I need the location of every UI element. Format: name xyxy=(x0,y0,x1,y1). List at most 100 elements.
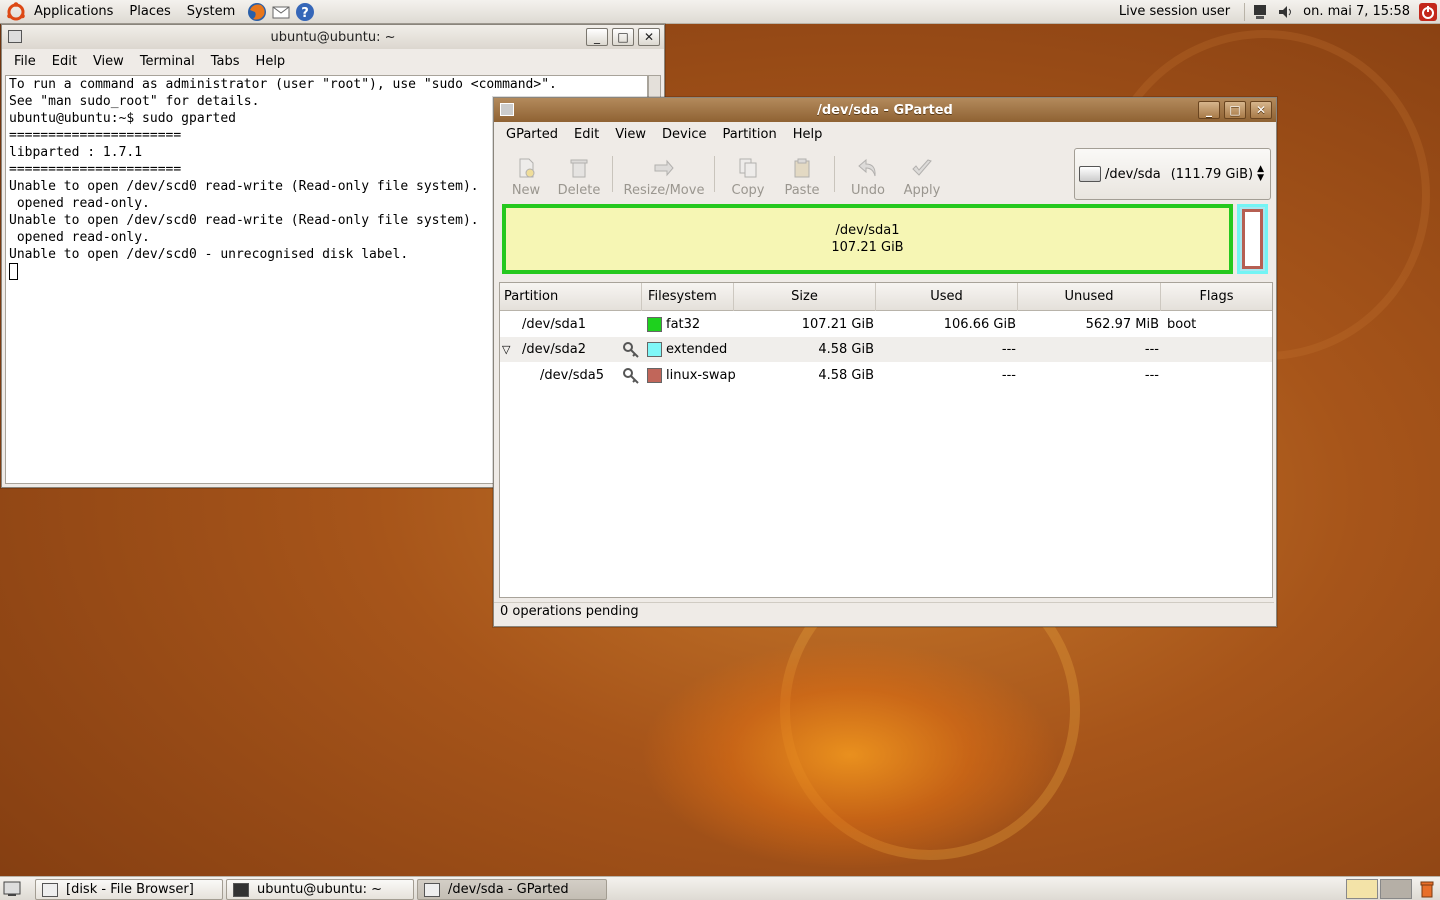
resize-icon xyxy=(654,159,674,177)
maximize-button[interactable]: □ xyxy=(612,28,634,46)
operations-pending-status: 0 operations pending xyxy=(500,604,639,619)
cell-partition: /dev/sda2 xyxy=(522,342,586,357)
copy-button[interactable]: Copy xyxy=(728,152,768,198)
task-terminal[interactable]: ubuntu@ubuntu: ~ xyxy=(226,879,414,900)
device-selector[interactable]: /dev/sda (111.79 GiB) ▲ ▼ xyxy=(1074,148,1271,200)
task-file-browser[interactable]: [disk - File Browser] xyxy=(35,879,223,900)
col-size[interactable]: Size xyxy=(734,283,876,311)
col-unused[interactable]: Unused xyxy=(1018,283,1161,311)
trash-icon[interactable] xyxy=(1418,880,1436,898)
cell-filesystem: extended xyxy=(666,342,728,357)
trash-icon xyxy=(570,159,588,178)
cell-size: 107.21 GiB xyxy=(801,317,874,332)
menu-edit[interactable]: Edit xyxy=(566,127,607,142)
applications-menu[interactable]: Applications xyxy=(26,0,121,24)
col-filesystem[interactable]: Filesystem xyxy=(642,283,734,311)
toolbar-separator xyxy=(714,156,715,192)
bottom-panel: [disk - File Browser] ubuntu@ubuntu: ~ /… xyxy=(0,876,1440,900)
task-label: /dev/sda - GParted xyxy=(448,882,569,897)
cell-size: 4.58 GiB xyxy=(818,342,874,357)
copy-label: Copy xyxy=(731,183,765,198)
workspace-2[interactable] xyxy=(1380,879,1412,899)
maximize-button[interactable]: □ xyxy=(1224,101,1246,119)
cell-used: 106.66 GiB xyxy=(943,317,1016,332)
apply-label: Apply xyxy=(903,183,941,198)
diskmap-partition-size: 107.21 GiB xyxy=(831,240,904,255)
diskmap-partition-name: /dev/sda1 xyxy=(835,223,900,238)
menu-file[interactable]: File xyxy=(6,54,44,69)
terminal-menubar: File Edit View Terminal Tabs Help xyxy=(2,49,664,73)
status-bar: 0 operations pending xyxy=(494,602,1274,624)
terminal-line: To run a command as administrator (user … xyxy=(9,77,557,92)
terminal-cursor xyxy=(9,263,18,280)
menu-view[interactable]: View xyxy=(85,54,132,69)
harddisk-icon xyxy=(1079,166,1101,182)
session-user-label[interactable]: Live session user xyxy=(1111,0,1238,24)
expander-icon[interactable]: ▽ xyxy=(502,337,510,362)
table-row[interactable]: /dev/sda5 linux-swap 4.58 GiB --- --- xyxy=(500,363,1272,388)
diskmap-partition-extended[interactable] xyxy=(1237,204,1268,274)
task-gparted[interactable]: /dev/sda - GParted xyxy=(417,879,607,900)
menu-help[interactable]: Help xyxy=(248,54,294,69)
menu-device[interactable]: Device xyxy=(654,127,714,142)
cell-partition: /dev/sda1 xyxy=(522,317,586,332)
paste-button[interactable]: Paste xyxy=(782,152,822,198)
close-button[interactable]: ✕ xyxy=(638,28,660,46)
places-menu[interactable]: Places xyxy=(121,0,178,24)
resize-move-button[interactable]: Resize/Move xyxy=(624,152,704,198)
cell-filesystem: linux-swap xyxy=(666,368,736,383)
network-icon[interactable] xyxy=(1251,3,1269,21)
table-header: Partition Filesystem Size Used Unused Fl… xyxy=(500,283,1272,311)
new-label: New xyxy=(511,183,541,198)
cell-filesystem: fat32 xyxy=(666,317,701,332)
minimize-button[interactable]: _ xyxy=(586,28,608,46)
table-row[interactable]: ▽ /dev/sda2 extended 4.58 GiB --- --- xyxy=(500,337,1272,362)
disk-map: /dev/sda1 107.21 GiB xyxy=(502,204,1268,276)
cell-partition: /dev/sda5 xyxy=(540,368,604,383)
terminal-titlebar[interactable]: ubuntu@ubuntu: ~ _ □ ✕ xyxy=(2,25,664,49)
minimize-button[interactable]: _ xyxy=(1198,101,1220,119)
combo-arrow-icon: ▲ ▼ xyxy=(1257,164,1264,183)
apply-button[interactable]: Apply xyxy=(900,152,944,198)
menu-tabs[interactable]: Tabs xyxy=(203,54,248,69)
cell-used: --- xyxy=(1001,342,1016,357)
table-row[interactable]: /dev/sda1 fat32 107.21 GiB 106.66 GiB 56… xyxy=(500,312,1272,337)
new-icon xyxy=(519,158,535,178)
col-partition[interactable]: Partition xyxy=(500,283,642,311)
col-flags[interactable]: Flags xyxy=(1161,283,1272,311)
gparted-window: /dev/sda - GParted _ □ ✕ GParted Edit Vi… xyxy=(493,97,1277,627)
menu-partition[interactable]: Partition xyxy=(715,127,785,142)
menu-view[interactable]: View xyxy=(607,127,654,142)
terminal-icon xyxy=(8,30,22,43)
undo-button[interactable]: Undo xyxy=(848,152,888,198)
terminal-title: ubuntu@ubuntu: ~ xyxy=(270,29,396,45)
power-icon[interactable] xyxy=(1418,2,1438,22)
delete-button[interactable]: Delete xyxy=(556,152,602,198)
menu-terminal[interactable]: Terminal xyxy=(132,54,203,69)
system-menu[interactable]: System xyxy=(179,0,243,24)
menu-edit[interactable]: Edit xyxy=(44,54,85,69)
diskmap-partition-swap[interactable] xyxy=(1242,209,1263,269)
new-button[interactable]: New xyxy=(508,152,544,198)
close-button[interactable]: ✕ xyxy=(1250,101,1272,119)
ubuntu-logo-icon[interactable] xyxy=(6,1,26,22)
gparted-title: /dev/sda - GParted xyxy=(817,102,953,118)
show-desktop-icon[interactable] xyxy=(3,880,21,898)
col-used[interactable]: Used xyxy=(876,283,1018,311)
mail-icon[interactable] xyxy=(271,2,291,22)
undo-label: Undo xyxy=(851,183,885,198)
terminal-icon xyxy=(233,882,249,897)
diskmap-partition-sda1[interactable]: /dev/sda1 107.21 GiB xyxy=(502,204,1233,274)
help-icon[interactable]: ? xyxy=(295,2,315,22)
workspace-1[interactable] xyxy=(1346,879,1378,899)
toolbar-separator xyxy=(612,156,613,192)
clock[interactable]: on. mai 7, 15:58 xyxy=(1295,0,1418,24)
file-browser-icon xyxy=(42,882,58,897)
volume-icon[interactable] xyxy=(1277,3,1295,21)
gparted-titlebar[interactable]: /dev/sda - GParted _ □ ✕ xyxy=(494,98,1276,122)
firefox-icon[interactable] xyxy=(247,2,267,22)
menu-help[interactable]: Help xyxy=(785,127,831,142)
panel-separator xyxy=(1244,2,1246,21)
menu-gparted[interactable]: GParted xyxy=(498,127,566,142)
cell-used: --- xyxy=(1001,368,1016,383)
